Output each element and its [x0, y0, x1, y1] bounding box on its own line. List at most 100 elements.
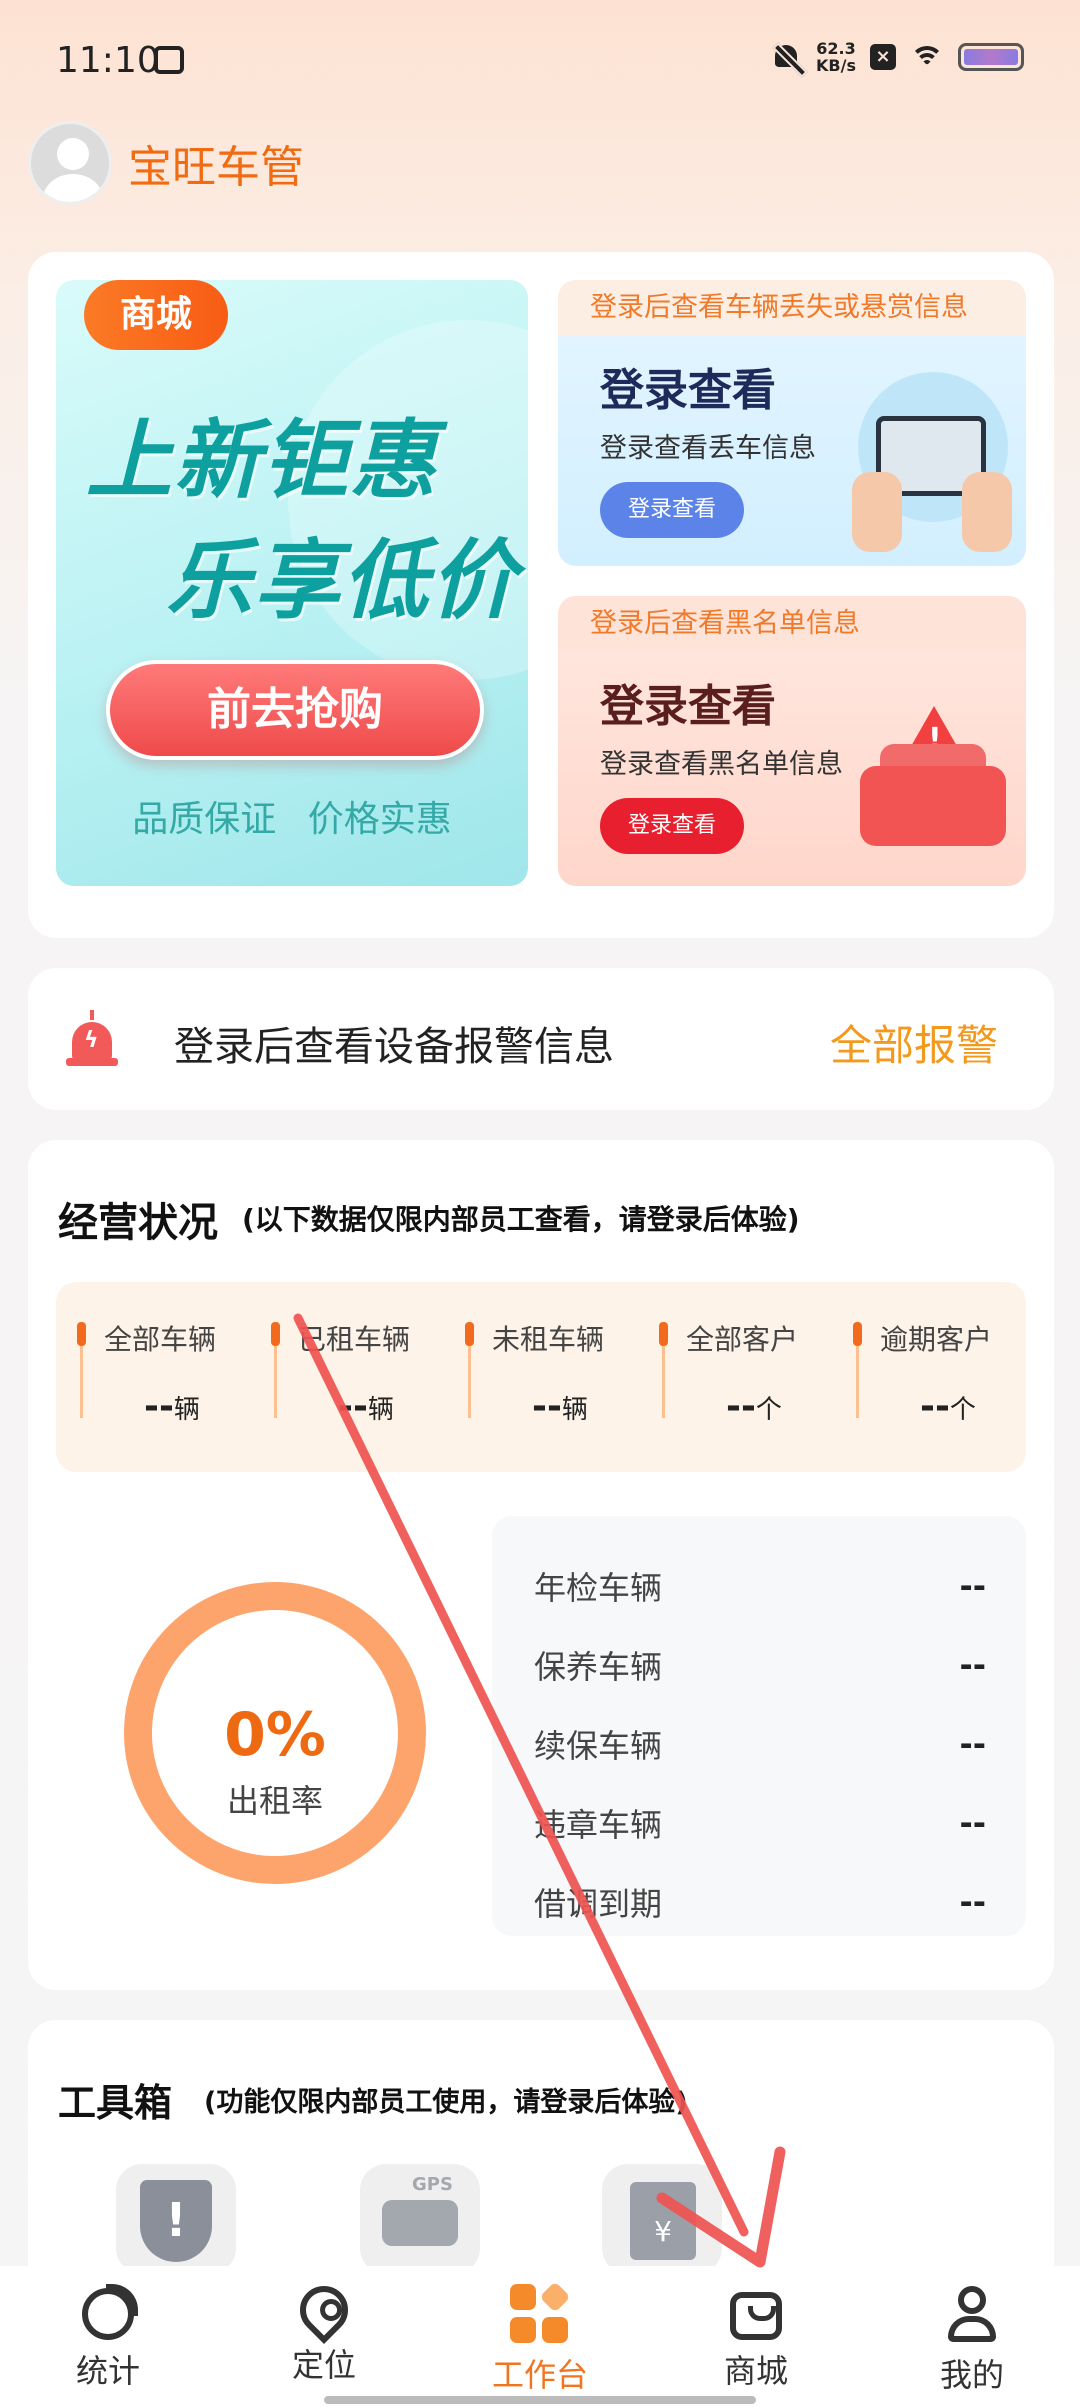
shield-alert-icon[interactable]: !	[116, 2164, 236, 2274]
list-item[interactable]: 年检车辆 --	[534, 1546, 986, 1625]
lost-car-hint: 登录后查看车辆丢失或悬赏信息	[558, 280, 1026, 336]
nav-item-mine[interactable]: 我的	[864, 2266, 1080, 2408]
nav-item-stats[interactable]: 统计	[0, 2266, 216, 2408]
list-item[interactable]: 续保车辆 --	[534, 1704, 986, 1783]
list-item-value: --	[959, 1882, 986, 1921]
bottom-nav: 统计 定位 工作台 商城 我的	[0, 2266, 1080, 2408]
list-item-name: 续保车辆	[534, 1726, 663, 1765]
lost-car-login-button[interactable]: 登录查看	[600, 482, 744, 538]
promo-headline-1: 上新钜惠	[86, 411, 438, 511]
mute-icon	[772, 41, 802, 73]
user-icon	[946, 2284, 998, 2344]
rent-rate-label: 出租率	[226, 1782, 323, 1820]
status-bar: 11:10 62.3 KB/s ×	[0, 0, 1080, 120]
stat-value: --	[920, 1386, 950, 1427]
promo-badge: 商城	[84, 280, 228, 350]
car-warning-icon: !	[858, 706, 1008, 856]
status-icons: 62.3 KB/s ×	[772, 40, 1024, 74]
nav-label: 统计	[75, 2352, 140, 2390]
list-item-name: 保养车辆	[534, 1647, 663, 1686]
stat-value: --	[144, 1386, 174, 1427]
list-item-name: 年检车辆	[534, 1568, 663, 1607]
gps-car-icon[interactable]: GPS	[360, 2164, 480, 2274]
gps-badge: GPS	[412, 2174, 453, 2195]
business-note: (以下数据仅限内部员工查看，请登录后体验)	[242, 1203, 800, 1236]
alarm-bar[interactable]: ϟ 登录后查看设备报警信息 全部报警	[28, 968, 1054, 1110]
mall-promo-banner[interactable]: 商城 上新钜惠 乐享低价 前去抢购 品质保证 价格实惠	[56, 280, 528, 886]
list-item-value: --	[959, 1645, 986, 1684]
home-indicator[interactable]	[324, 2396, 756, 2404]
close-box-icon: ×	[870, 44, 896, 70]
list-item[interactable]: 借调到期 --	[534, 1862, 986, 1941]
nav-label: 定位	[291, 2346, 356, 2384]
avatar[interactable]	[28, 121, 112, 205]
stat-value: --	[532, 1386, 562, 1427]
nav-label: 我的	[939, 2356, 1004, 2394]
stats-row: 全部车辆 --辆 已租车辆 --辆 未租车辆 --辆 全部客户 --个 逾期客户…	[56, 1282, 1026, 1472]
list-item-value: --	[959, 1724, 986, 1763]
list-item-name: 违章车辆	[534, 1805, 663, 1844]
stat-value: --	[726, 1386, 756, 1427]
stat-all-vehicles[interactable]: 全部车辆 --辆	[56, 1318, 250, 1472]
rent-rate-ring: 0% 出租率	[124, 1582, 426, 1884]
stat-label: 全部车辆	[104, 1323, 217, 1356]
blacklist-panel[interactable]: 登录后查看黑名单信息 登录查看 登录查看黑名单信息 登录查看 !	[558, 596, 1026, 886]
app-title: 宝旺车管	[128, 142, 304, 193]
promo-tagline: 品质保证 价格实惠	[132, 799, 452, 840]
toolbox-note: (功能仅限内部员工使用，请登录后体验)	[204, 2087, 688, 2118]
workbench-grid-icon	[510, 2281, 571, 2344]
rent-rate-value: 0%	[224, 1700, 326, 1770]
battery-icon	[958, 43, 1024, 71]
lost-car-panel[interactable]: 登录后查看车辆丢失或悬赏信息 登录查看 登录查看丢车信息 登录查看	[558, 280, 1026, 566]
stat-unit: 个	[755, 1395, 782, 1425]
promo-headline-2: 乐享低价	[166, 531, 518, 631]
nav-item-mall[interactable]: 商城	[648, 2266, 864, 2408]
blacklist-title: 登录查看	[600, 681, 776, 732]
nav-item-workbench[interactable]: 工作台	[432, 2266, 648, 2408]
vehicle-status-list: 年检车辆 -- 保养车辆 -- 续保车辆 -- 违章车辆 -- 借调到期 --	[492, 1516, 1026, 1936]
list-item[interactable]: 保养车辆 --	[534, 1625, 986, 1704]
toolbox-title: 工具箱	[58, 2081, 173, 2125]
lost-car-title: 登录查看	[600, 365, 776, 416]
wifi-icon	[910, 44, 944, 70]
map-tablet-icon	[852, 372, 1012, 552]
status-time: 11:10	[56, 40, 160, 81]
stat-unit: 辆	[367, 1395, 394, 1425]
alarm-text: 登录后查看设备报警信息	[174, 1024, 614, 1070]
list-item-value: --	[959, 1803, 986, 1842]
go-shopping-button[interactable]: 前去抢购	[106, 660, 484, 760]
app-header: 宝旺车管	[28, 120, 304, 206]
stat-unit: 个	[949, 1395, 976, 1425]
net-speed-unit: KB/s	[816, 56, 856, 75]
stat-unit: 辆	[173, 1395, 200, 1425]
nav-item-location[interactable]: 定位	[216, 2266, 432, 2408]
list-item-name: 借调到期	[534, 1884, 663, 1923]
stat-label: 全部客户	[686, 1323, 799, 1356]
stat-value: --	[338, 1386, 368, 1427]
stat-rented-vehicles[interactable]: 已租车辆 --辆	[250, 1318, 444, 1472]
stat-overdue-customers[interactable]: 逾期客户 --个	[832, 1318, 1026, 1472]
banner-card: 商城 上新钜惠 乐享低价 前去抢购 品质保证 价格实惠 登录后查看车辆丢失或悬赏…	[28, 252, 1054, 938]
net-speed: 62.3 KB/s	[816, 40, 856, 74]
net-speed-value: 62.3	[816, 39, 856, 58]
business-title: 经营状况	[58, 1200, 218, 1246]
lost-car-subtitle: 登录查看丢车信息	[600, 433, 816, 464]
stat-unrented-vehicles[interactable]: 未租车辆 --辆	[444, 1318, 638, 1472]
blacklist-hint: 登录后查看黑名单信息	[558, 596, 1026, 652]
bill-icon[interactable]: ¥	[602, 2164, 722, 2274]
stat-unit: 辆	[561, 1395, 588, 1425]
pie-chart-icon	[82, 2284, 138, 2340]
list-item-value: --	[959, 1566, 986, 1605]
blacklist-login-button[interactable]: 登录查看	[600, 798, 744, 854]
stat-label: 已租车辆	[298, 1323, 411, 1356]
blacklist-subtitle: 登录查看黑名单信息	[600, 749, 843, 780]
business-status-card: 经营状况 (以下数据仅限内部员工查看，请登录后体验) 全部车辆 --辆 已租车辆…	[28, 1140, 1054, 1990]
all-alarms-link[interactable]: 全部报警	[830, 1012, 998, 1073]
stat-label: 逾期客户	[880, 1323, 993, 1356]
stat-all-customers[interactable]: 全部客户 --个	[638, 1318, 832, 1472]
nav-label: 工作台	[491, 2356, 588, 2394]
bill-symbol: ¥	[630, 2182, 696, 2260]
list-item[interactable]: 违章车辆 --	[534, 1783, 986, 1862]
nav-label: 商城	[723, 2352, 788, 2390]
shopping-bag-icon	[730, 2292, 782, 2340]
